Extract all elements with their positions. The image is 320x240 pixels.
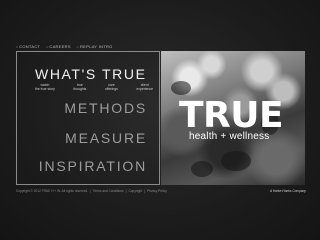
menu-item-methods[interactable]: METHODS <box>64 100 147 116</box>
whats-true-heading[interactable]: WHAT'S TRUE <box>35 66 147 82</box>
true-logo: TRUE <box>179 95 284 136</box>
subnav-client-experience[interactable]: client experience <box>136 83 153 91</box>
menu-item-measure[interactable]: MEASURE <box>65 130 147 146</box>
careers-link[interactable]: □ CAREERS <box>46 44 71 49</box>
square-bullet-icon: □ <box>76 44 79 49</box>
careers-label: CAREERS <box>49 44 71 49</box>
whats-true-subnav: watch the true story true thoughts core … <box>35 83 153 91</box>
hero-tagline: health + wellness <box>189 131 270 142</box>
footer-separator: | <box>90 189 91 193</box>
footer: Copyright © 2012 TRUE H + W. All rights … <box>16 189 306 193</box>
subnav-true-thoughts[interactable]: true thoughts <box>73 83 86 91</box>
menu-item-inspiration[interactable]: INSPIRATION <box>39 158 147 174</box>
terms-link[interactable]: Terms and Conditions <box>93 189 124 193</box>
parent-company-brand: A Harke-Hanks Company <box>269 189 306 193</box>
main-menu-panel: WHAT'S TRUE watch the true story true th… <box>16 51 160 185</box>
footer-links: Copyright © 2012 TRUE H + W. All rights … <box>16 189 167 193</box>
copyright-link[interactable]: Copyright <box>128 189 142 193</box>
subnav-core-offerings[interactable]: core offerings <box>105 83 118 91</box>
top-nav: □ CONTACT □ CAREERS □ REPLAY INTRO <box>16 44 113 49</box>
foliage-shadow <box>191 161 213 177</box>
foliage-shadow <box>171 81 191 95</box>
contact-link[interactable]: □ CONTACT <box>16 44 40 49</box>
square-bullet-icon: □ <box>46 44 49 49</box>
privacy-policy-link[interactable]: Privacy Policy <box>147 189 167 193</box>
replay-intro-label: REPLAY INTRO <box>79 44 113 49</box>
footer-separator: | <box>125 189 127 193</box>
subnav-watch-true-story[interactable]: watch the true story <box>35 83 55 91</box>
hero-image: TRUE health + wellness <box>161 51 305 185</box>
footer-separator: | <box>144 189 145 193</box>
copyright-text: Copyright © 2012 TRUE H + W. All rights … <box>16 189 88 193</box>
replay-intro-link[interactable]: □ REPLAY INTRO <box>77 44 113 49</box>
contact-label: CONTACT <box>19 44 41 49</box>
square-bullet-icon: □ <box>16 44 19 49</box>
foliage-shadow <box>221 151 251 171</box>
